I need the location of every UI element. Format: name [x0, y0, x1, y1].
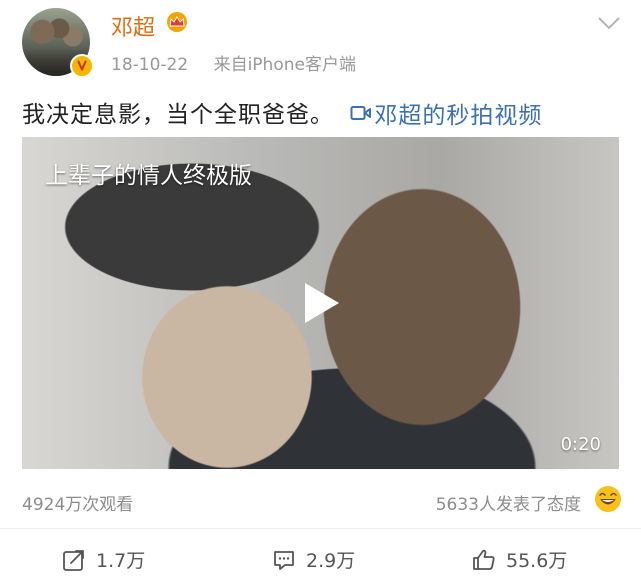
video-player[interactable]: 上辈子的情人终极版 0:20: [22, 137, 619, 469]
post-meta: 18-10-22 来自iPhone客户端: [111, 50, 356, 75]
post-body: 我决定息影，当个全职爸爸。: [22, 102, 334, 128]
verified-badge-icon: [70, 54, 94, 78]
video-link-icon: [350, 106, 372, 120]
thumbs-up-icon: [473, 549, 495, 570]
repost-count: 1.7万: [96, 550, 146, 572]
video-link-label: 邓超的秒拍视频: [374, 103, 543, 129]
post-source: 来自iPhone客户端: [213, 55, 356, 75]
laughing-emoji-icon[interactable]: [594, 485, 622, 513]
video-link[interactable]: 邓超的秒拍视频: [350, 96, 542, 130]
comment-count: 2.9万: [306, 550, 356, 572]
divider: [0, 528, 641, 529]
comment-button[interactable]: 2.9万: [272, 546, 355, 573]
username[interactable]: 邓超: [111, 10, 155, 42]
like-count: 55.6万: [506, 550, 568, 572]
view-count: 4924万次观看: [22, 495, 134, 515]
attitude-count[interactable]: 5633人发表了态度: [436, 490, 581, 515]
video-duration: 0:20: [560, 434, 601, 455]
crown-icon: [167, 12, 187, 32]
repost-icon: [63, 549, 84, 571]
post-time: 18-10-22: [111, 55, 189, 75]
video-title: 上辈子的情人终极版: [45, 163, 252, 189]
comment-icon: [274, 550, 294, 570]
play-icon[interactable]: [302, 280, 342, 326]
repost-button[interactable]: 1.7万: [62, 546, 145, 573]
chevron-down-icon[interactable]: [597, 15, 621, 31]
like-button[interactable]: 55.6万: [472, 546, 567, 573]
post-text: 我决定息影，当个全职爸爸。 邓超的秒拍视频: [22, 95, 542, 130]
